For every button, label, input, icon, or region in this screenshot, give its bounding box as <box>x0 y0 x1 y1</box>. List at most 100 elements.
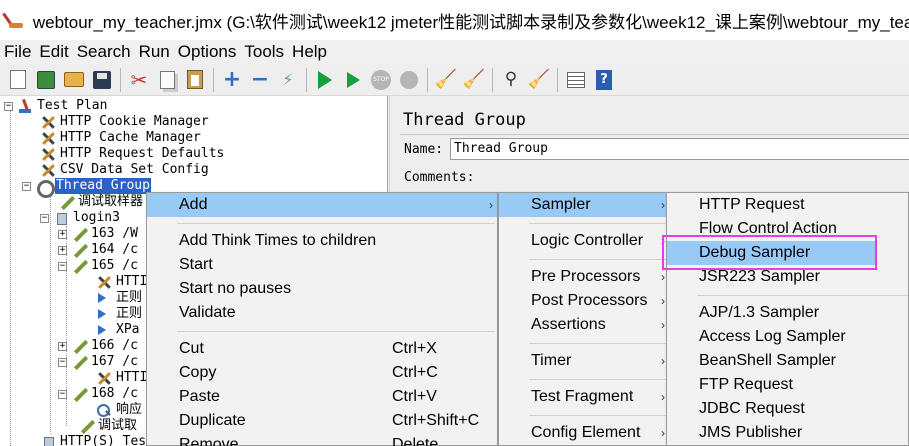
name-field[interactable]: Thread Group <box>450 138 909 160</box>
expand-toggle-icon[interactable]: + <box>58 341 67 351</box>
shutdown-icon[interactable] <box>398 69 420 91</box>
shortcut-label: Ctrl+V <box>392 388 437 405</box>
reset-search-icon[interactable]: 🧹 <box>528 69 550 91</box>
paste-icon[interactable] <box>184 69 206 91</box>
tree-node-request-defaults[interactable]: HTTP Request Defaults <box>40 146 224 162</box>
menu-item-paste[interactable]: Paste Ctrl+V <box>147 385 497 409</box>
tree-node-label: HTTP(S) Tes <box>60 434 147 446</box>
menu-item-timer[interactable]: Timer › <box>499 349 669 373</box>
open-icon[interactable] <box>63 69 85 91</box>
function-helper-icon[interactable] <box>565 69 587 91</box>
menu-item-logic-controller[interactable]: Logic Controller › <box>499 229 669 253</box>
menu-file[interactable]: File <box>0 42 35 62</box>
menu-item-debug-sampler[interactable]: Debug Sampler <box>667 241 877 265</box>
menu-item-label: BeanShell Sampler <box>699 352 836 369</box>
collapse-toggle-icon[interactable]: − <box>58 357 67 367</box>
menu-item-duplicate[interactable]: Duplicate Ctrl+Shift+C <box>147 409 497 433</box>
menu-separator <box>697 295 908 296</box>
tree-node-label: 调试取 <box>98 418 138 433</box>
stop-icon[interactable]: STOP <box>370 69 392 91</box>
tree-node-debug-sampler-2[interactable]: 调试取 <box>78 418 137 434</box>
menu-options[interactable]: Options <box>174 42 241 62</box>
tree-node-login3[interactable]: − login3 <box>40 210 120 226</box>
menu-item-jdbc-request[interactable]: JDBC Request <box>667 397 909 421</box>
collapse-toggle-icon[interactable]: − <box>58 261 67 271</box>
menu-item-label: Flow Control Action <box>699 220 837 237</box>
tree-node-request-164[interactable]: + 164 /c <box>58 242 138 258</box>
tree-node-https-test-recorder[interactable]: HTTP(S) Tes <box>40 434 146 446</box>
tree-node-request-167[interactable]: − 167 /c <box>58 354 138 370</box>
start-no-pauses-icon[interactable] <box>342 69 364 91</box>
new-icon[interactable] <box>7 69 29 91</box>
menu-help[interactable]: Help <box>288 42 331 62</box>
collapse-toggle-icon[interactable]: − <box>4 101 13 111</box>
save-icon[interactable] <box>91 69 113 91</box>
tree-node-request-165[interactable]: − 165 /c <box>58 258 138 274</box>
collapse-toggle-icon[interactable]: − <box>22 181 31 191</box>
shortcut-label: Ctrl+X <box>392 340 437 357</box>
tree-node-cache-manager[interactable]: HTTP Cache Manager <box>40 130 201 146</box>
tree-node-response-assertion[interactable]: 响应 <box>96 402 142 418</box>
menu-item-http-request[interactable]: HTTP Request <box>667 193 909 217</box>
tree-node-debug-sampler[interactable]: 调试取样器 <box>58 194 143 210</box>
toggle-icon[interactable]: ⚡ <box>277 69 299 91</box>
expand-toggle-icon[interactable]: + <box>58 229 67 239</box>
menu-item-copy[interactable]: Copy Ctrl+C <box>147 361 497 385</box>
tree-node-request-166[interactable]: + 166 /c <box>58 338 138 354</box>
tree-node-thread-group[interactable]: − Thread Group <box>22 178 151 198</box>
menu-item-remove[interactable]: Remove Delete <box>147 433 497 446</box>
menu-item-jsr223-sampler[interactable]: JSR223 Sampler <box>667 265 909 289</box>
menu-item-cut[interactable]: Cut Ctrl+X <box>147 337 497 361</box>
tree-node-label: XPa <box>116 322 140 337</box>
tree-node-header-manager-2[interactable]: HTTI <box>96 370 147 386</box>
menu-item-start-no-pauses[interactable]: Start no pauses <box>147 277 497 301</box>
tree-node-test-plan[interactable]: − Test Plan <box>4 98 107 114</box>
toolbar-separator <box>213 67 214 92</box>
shortcut-label: Ctrl+C <box>392 364 438 381</box>
start-icon[interactable] <box>314 69 336 91</box>
tree-node-xpath-extractor[interactable]: XPa <box>96 322 139 338</box>
collapse-toggle-icon[interactable]: − <box>40 213 49 223</box>
menu-item-test-fragment[interactable]: Test Fragment › <box>499 385 669 409</box>
cut-icon[interactable]: ✂ <box>128 69 150 91</box>
tree-node-label: 163 /W <box>91 226 138 241</box>
collapse-toggle-icon[interactable]: − <box>58 389 67 399</box>
menu-item-add[interactable]: Add › <box>147 193 497 217</box>
menu-tools[interactable]: Tools <box>240 42 288 62</box>
menu-item-assertions[interactable]: Assertions › <box>499 313 669 337</box>
menu-search[interactable]: Search <box>73 42 135 62</box>
tree-node-request-168[interactable]: − 168 /c <box>58 386 138 402</box>
menu-item-label: Paste <box>179 388 220 405</box>
menu-item-jms-publisher[interactable]: JMS Publisher <box>667 421 909 445</box>
tree-node-cookie-manager[interactable]: HTTP Cookie Manager <box>40 114 209 130</box>
tree-node-csv-config[interactable]: CSV Data Set Config <box>40 162 209 178</box>
menu-item-ajp-sampler[interactable]: AJP/1.3 Sampler <box>667 301 909 325</box>
tree-node-header-manager-1[interactable]: HTTI <box>96 274 147 290</box>
menu-item-access-log-sampler[interactable]: Access Log Sampler <box>667 325 909 349</box>
menu-item-ftp-request[interactable]: FTP Request <box>667 373 909 397</box>
templates-icon[interactable] <box>35 69 57 91</box>
menu-item-sampler[interactable]: Sampler › <box>499 193 669 217</box>
menu-item-config-element[interactable]: Config Element › <box>499 421 669 445</box>
menu-item-flow-control-action[interactable]: Flow Control Action <box>667 217 909 241</box>
collapse-icon[interactable]: − <box>249 68 271 91</box>
search-icon[interactable]: ⚲ <box>500 69 522 91</box>
expand-icon[interactable]: + <box>221 68 243 91</box>
clear-icon[interactable]: 🧹 <box>435 69 457 91</box>
expand-toggle-icon[interactable]: + <box>58 245 67 255</box>
tree-node-regex-extractor-2[interactable]: 正则 <box>96 306 142 322</box>
tree-node-request-163[interactable]: + 163 /W <box>58 226 138 242</box>
clear-all-icon[interactable]: 🧹 <box>463 69 485 91</box>
menu-run[interactable]: Run <box>135 42 174 62</box>
menu-item-validate[interactable]: Validate <box>147 301 497 325</box>
menu-item-start[interactable]: Start <box>147 253 497 277</box>
menu-item-add-think-times[interactable]: Add Think Times to children <box>147 229 497 253</box>
help-icon[interactable]: ? <box>593 69 615 91</box>
tree-node-regex-extractor-1[interactable]: 正则 <box>96 290 142 306</box>
menu-edit[interactable]: Edit <box>35 42 72 62</box>
menu-item-post-processors[interactable]: Post Processors › <box>499 289 669 313</box>
menu-item-beanshell-sampler[interactable]: BeanShell Sampler <box>667 349 909 373</box>
menu-item-pre-processors[interactable]: Pre Processors › <box>499 265 669 289</box>
menu-separator <box>529 379 667 380</box>
copy-icon[interactable] <box>156 69 178 91</box>
